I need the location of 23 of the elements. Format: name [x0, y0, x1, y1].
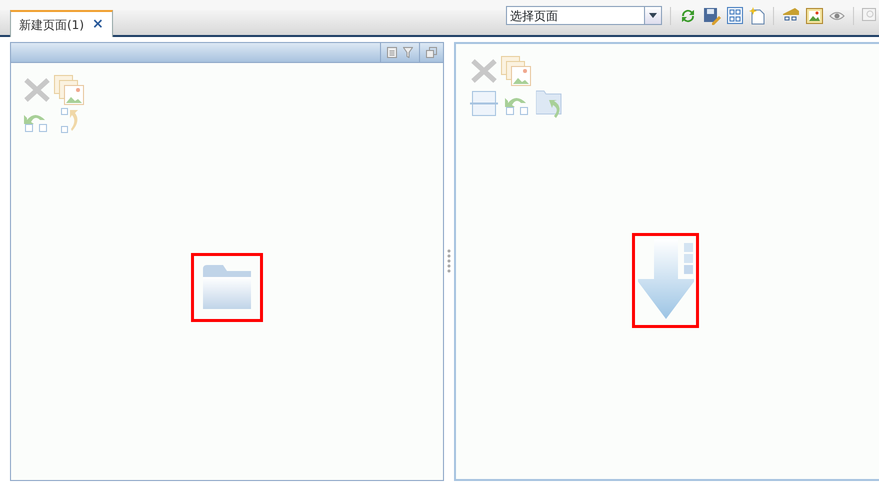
document-icon[interactable] [387, 47, 397, 58]
folder-undo-icon[interactable] [536, 89, 564, 119]
splitter-handle[interactable] [447, 248, 451, 274]
monitor-icon[interactable] [862, 8, 876, 24]
delete-icon[interactable] [470, 58, 498, 84]
folder-icon [203, 265, 251, 309]
image-icon[interactable] [806, 8, 823, 24]
close-tab-button[interactable]: × [92, 14, 104, 35]
tab-label: 新建页面(1) [19, 16, 84, 34]
filter-icon[interactable] [403, 47, 413, 58]
select-value: 选择页面 [510, 8, 558, 24]
images-icon[interactable] [54, 75, 84, 105]
images-icon[interactable] [501, 56, 531, 86]
page-select[interactable]: 选择页面 [506, 6, 662, 25]
new-page-icon[interactable] [749, 6, 765, 24]
save-edit-icon[interactable] [703, 6, 721, 24]
dropdown-arrow-icon [649, 13, 657, 18]
split-icon[interactable] [470, 91, 498, 117]
delete-icon[interactable] [23, 77, 51, 103]
redo-icon[interactable] [61, 108, 81, 134]
grid-icon[interactable] [727, 7, 743, 24]
page-tab[interactable]: 新建页面(1) × [10, 10, 113, 37]
restore-icon[interactable] [426, 47, 437, 58]
